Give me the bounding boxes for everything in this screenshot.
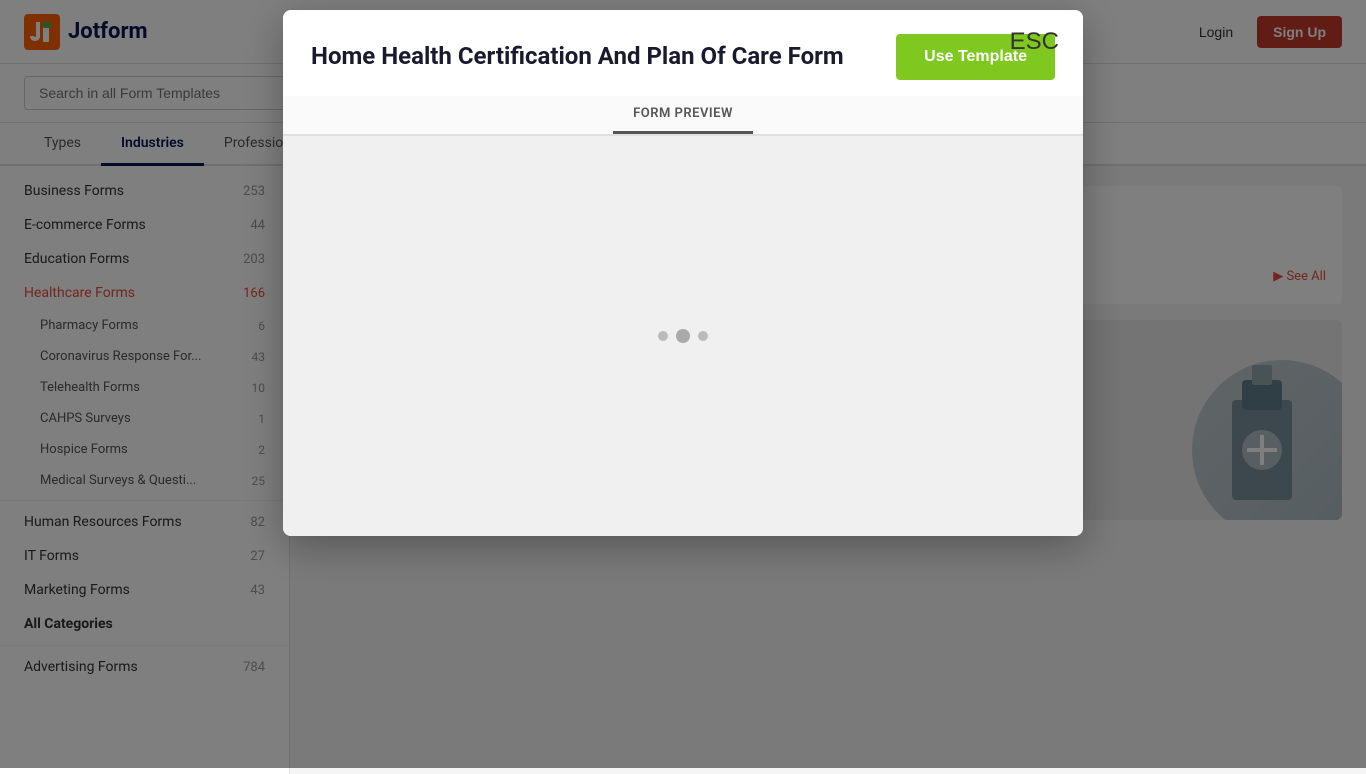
form-preview-tab: FORM PREVIEW bbox=[283, 96, 1083, 136]
modal-close-button[interactable]: ESC bbox=[1002, 26, 1067, 58]
modal-body bbox=[283, 136, 1083, 536]
form-preview-label: FORM PREVIEW bbox=[613, 96, 753, 134]
loading-dot-1 bbox=[658, 331, 668, 341]
modal-header: Home Health Certification And Plan Of Ca… bbox=[283, 10, 1083, 96]
modal-title: Home Health Certification And Plan Of Ca… bbox=[311, 41, 844, 72]
loading-dot-3 bbox=[698, 331, 708, 341]
loading-dot-2 bbox=[676, 329, 690, 343]
modal: Home Health Certification And Plan Of Ca… bbox=[283, 10, 1083, 536]
loading-indicator bbox=[658, 329, 708, 343]
overlay[interactable]: Home Health Certification And Plan Of Ca… bbox=[0, 0, 1366, 768]
